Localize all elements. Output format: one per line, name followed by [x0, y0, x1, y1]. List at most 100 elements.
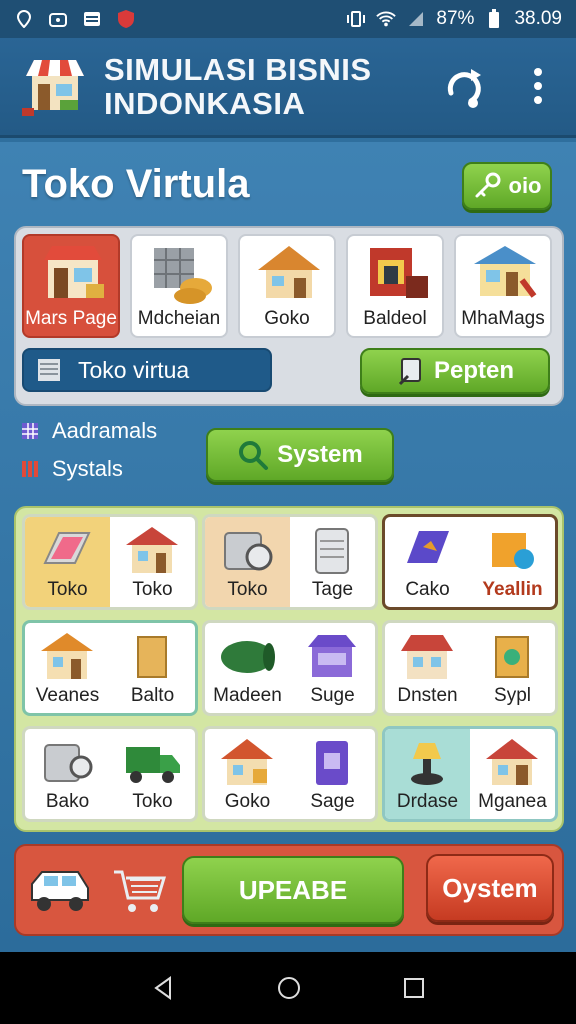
grid-item[interactable]: Goko Sage	[202, 726, 378, 822]
grid-item-right[interactable]: Yeallin	[470, 517, 555, 607]
grid-item[interactable]: Veanes Balto	[22, 620, 198, 716]
pepten-label: Pepten	[433, 357, 514, 384]
upgrade-button[interactable]: UPEABE	[182, 856, 404, 924]
storefront-icon	[401, 635, 453, 679]
category-mhamags[interactable]: MhaMags	[454, 234, 552, 338]
home-icon[interactable]	[276, 975, 302, 1001]
house-icon	[221, 739, 273, 785]
house-icon	[486, 739, 538, 785]
legend-item-aadramals[interactable]: Aadramals	[20, 418, 157, 444]
grid-item-right[interactable]: Balto	[110, 623, 195, 713]
oystem-button[interactable]: Oystem	[426, 854, 554, 922]
grid-item[interactable]: Cako Yeallin	[382, 514, 558, 610]
category-label: Mdcheian	[137, 308, 221, 329]
grid-item-right[interactable]: Toko	[110, 517, 195, 607]
van-icon[interactable]	[28, 864, 92, 918]
grid-item-label: Veanes	[35, 685, 100, 706]
refresh-button[interactable]	[436, 58, 492, 114]
shopping-cart-icon[interactable]	[112, 866, 168, 916]
machine-icon	[224, 532, 273, 571]
grid-item-left[interactable]: Cako	[385, 517, 470, 607]
goods-box-icon	[495, 636, 529, 678]
grid-item-right[interactable]: Sage	[290, 729, 375, 819]
category-goko[interactable]: Goko	[238, 234, 336, 338]
building-icon	[370, 248, 428, 298]
tablet-pen-icon	[398, 358, 421, 386]
grid-item-left[interactable]: Toko	[205, 517, 290, 607]
grid-item-right[interactable]: Tage	[290, 517, 375, 607]
grid-item-left[interactable]: Drdase	[385, 729, 470, 819]
grid-item-label: Sage	[310, 791, 355, 812]
document-stack-icon	[38, 359, 60, 381]
search-value: Toko virtua	[78, 356, 190, 383]
recents-icon[interactable]	[402, 976, 426, 1000]
crates-icon	[154, 248, 212, 304]
grid-item-label: Toko	[132, 791, 173, 812]
battery-icon	[484, 9, 504, 29]
upgrade-button-label: UPEABE	[238, 874, 348, 905]
grid-item-left[interactable]: Goko	[205, 729, 290, 819]
clock: 38.09	[514, 8, 562, 29]
grid-item-label: Madeen	[213, 685, 282, 706]
key-button-label: oio	[508, 173, 542, 198]
grid-item-left[interactable]: Dnsten	[385, 623, 470, 713]
truck-icon	[126, 747, 180, 783]
grid-item-left[interactable]: Bako	[25, 729, 110, 819]
grid-item-label: Toko	[132, 579, 173, 600]
main-content: Toko Virtula oio Mars Page Mdcheian Goko…	[0, 142, 576, 952]
bottom-action-bar: UPEABE Oystem	[14, 844, 564, 936]
grid-item-right[interactable]: Toko	[110, 729, 195, 819]
pepten-button[interactable]: Pepten	[360, 348, 550, 394]
system-button[interactable]: System	[206, 428, 394, 482]
grid-item-label: Toko	[47, 579, 88, 600]
signal-icon	[406, 9, 426, 29]
wifi-icon	[376, 9, 397, 29]
grid-item-label: Sypl	[494, 685, 531, 706]
grid-item-right[interactable]: Mganea	[470, 729, 555, 819]
category-mdcheian[interactable]: Mdcheian	[130, 234, 228, 338]
legend-item-systals[interactable]: Systals	[20, 456, 123, 482]
grid-item[interactable]: Bako Toko	[22, 726, 198, 822]
market-icon	[474, 246, 537, 298]
category-baldeol[interactable]: Baldeol	[346, 234, 444, 338]
key-icon	[475, 172, 500, 198]
category-label: Mars Page	[25, 308, 117, 329]
location-icon	[14, 9, 34, 29]
grid-item-label: Tage	[311, 579, 354, 600]
category-panel: Mars Page Mdcheian Goko Baldeol MhaMags …	[14, 226, 564, 406]
grid-item-right[interactable]: Sypl	[470, 623, 555, 713]
category-label: Baldeol	[363, 308, 427, 329]
legend-label: Aadramals	[52, 418, 158, 443]
grid-item[interactable]: Toko Toko	[22, 514, 198, 610]
search-input[interactable]: Toko virtua	[22, 348, 272, 392]
grid-item-right[interactable]: Suge	[290, 623, 375, 713]
system-nav-bar	[0, 952, 576, 1024]
grid-item-left[interactable]: Veanes	[25, 623, 110, 713]
grid-item[interactable]: Drdase Mganea	[382, 726, 558, 822]
category-mars-page[interactable]: Mars Page	[22, 234, 120, 338]
app-title: SIMULASI BISNIS INDONKASIA	[104, 52, 372, 121]
back-icon[interactable]	[150, 975, 176, 1001]
tv-icon	[48, 9, 68, 29]
house-icon	[258, 246, 320, 298]
shield-icon	[116, 9, 136, 29]
package-icon	[492, 533, 534, 569]
grid-item-left[interactable]: Madeen	[205, 623, 290, 713]
stall-icon	[308, 635, 356, 677]
battery-percent: 87%	[436, 8, 475, 29]
legend-label: Systals	[52, 456, 123, 481]
barrel-icon	[221, 641, 275, 673]
bars-icon	[22, 461, 38, 477]
category-label: Goko	[264, 308, 310, 329]
grid-item[interactable]: Dnsten Sypl	[382, 620, 558, 716]
status-bar: 87% 38.09	[0, 0, 576, 38]
grid-item-label: Goko	[224, 791, 271, 812]
key-button[interactable]: oio	[462, 162, 552, 210]
grid-item[interactable]: Madeen Suge	[202, 620, 378, 716]
card-icon	[82, 9, 102, 29]
safe-icon	[44, 744, 93, 782]
grid-item[interactable]: Toko Tage	[202, 514, 378, 610]
app-header: SIMULASI BISNIS INDONKASIA	[0, 38, 576, 138]
grid-item-left[interactable]: Toko	[25, 517, 110, 607]
more-menu-button[interactable]	[510, 58, 566, 114]
